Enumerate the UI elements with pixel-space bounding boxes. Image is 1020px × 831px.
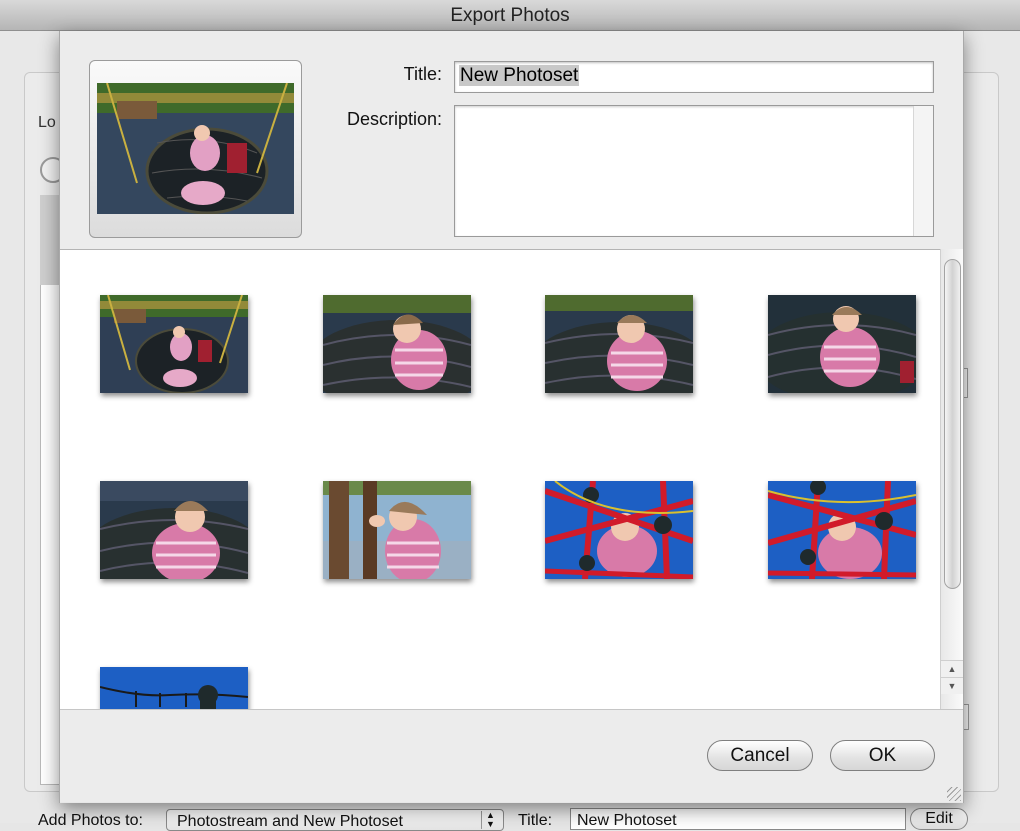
photo-image — [768, 295, 916, 393]
photoset-preview — [89, 60, 302, 238]
photo-thumbnail[interactable] — [100, 295, 248, 393]
photo-thumbnail[interactable] — [323, 295, 471, 393]
photo-thumbnail[interactable] — [545, 295, 693, 393]
background-title-label: Title: — [518, 812, 553, 829]
photo-image — [768, 481, 916, 579]
photo-image — [323, 481, 471, 579]
photo-image — [545, 481, 693, 579]
title-field[interactable]: New Photoset — [454, 61, 934, 93]
description-label: Description: — [346, 109, 442, 129]
add-photos-select[interactable]: Photostream and New Photoset ▲ ▼ — [166, 809, 504, 831]
window-title-bar: Export Photos — [0, 0, 1020, 31]
photo-thumbnail[interactable] — [323, 481, 471, 579]
resize-grip-icon[interactable] — [947, 787, 961, 801]
photo-image — [100, 667, 248, 709]
photo-thumbnail[interactable] — [100, 667, 248, 709]
window-title: Export Photos — [450, 5, 570, 26]
select-arrows-icon: ▲ ▼ — [481, 811, 499, 829]
photo-image — [323, 295, 471, 393]
photo-thumbnail[interactable] — [768, 481, 916, 579]
scroll-up-arrow-icon[interactable]: ▲ — [941, 660, 963, 677]
title-field-value: New Photoset — [459, 65, 580, 86]
title-label: Title: — [403, 64, 442, 84]
photo-image — [100, 481, 248, 579]
photo-image — [545, 295, 693, 393]
scrollbar-thumb[interactable] — [944, 259, 961, 589]
photo-image — [100, 295, 248, 393]
description-scrollbar[interactable] — [913, 106, 933, 236]
preview-image — [97, 83, 294, 214]
background-label-fragment: Lo — [38, 114, 56, 131]
ok-button[interactable]: OK — [830, 740, 935, 771]
cancel-button[interactable]: Cancel — [707, 740, 813, 771]
sheet-footer: Cancel OK — [60, 709, 963, 803]
sheet-header: Title: New Photoset Description: — [60, 31, 963, 249]
export-sheet: Title: New Photoset Description: ▲ ▼ Can… — [59, 31, 964, 803]
photo-thumbnail[interactable] — [545, 481, 693, 579]
background-title-field[interactable]: New Photoset — [570, 808, 906, 830]
scroll-down-arrow-icon[interactable]: ▼ — [941, 677, 963, 694]
photo-thumbnail[interactable] — [100, 481, 248, 579]
photo-grid[interactable] — [60, 249, 963, 709]
add-photos-select-value: Photostream and New Photoset — [177, 813, 403, 830]
add-photos-label: Add Photos to: — [38, 812, 143, 829]
photo-thumbnail[interactable] — [768, 295, 916, 393]
edit-button[interactable]: Edit — [910, 808, 968, 830]
photo-grid-scrollbar[interactable]: ▲ ▼ — [940, 249, 963, 709]
description-field[interactable] — [454, 105, 934, 237]
